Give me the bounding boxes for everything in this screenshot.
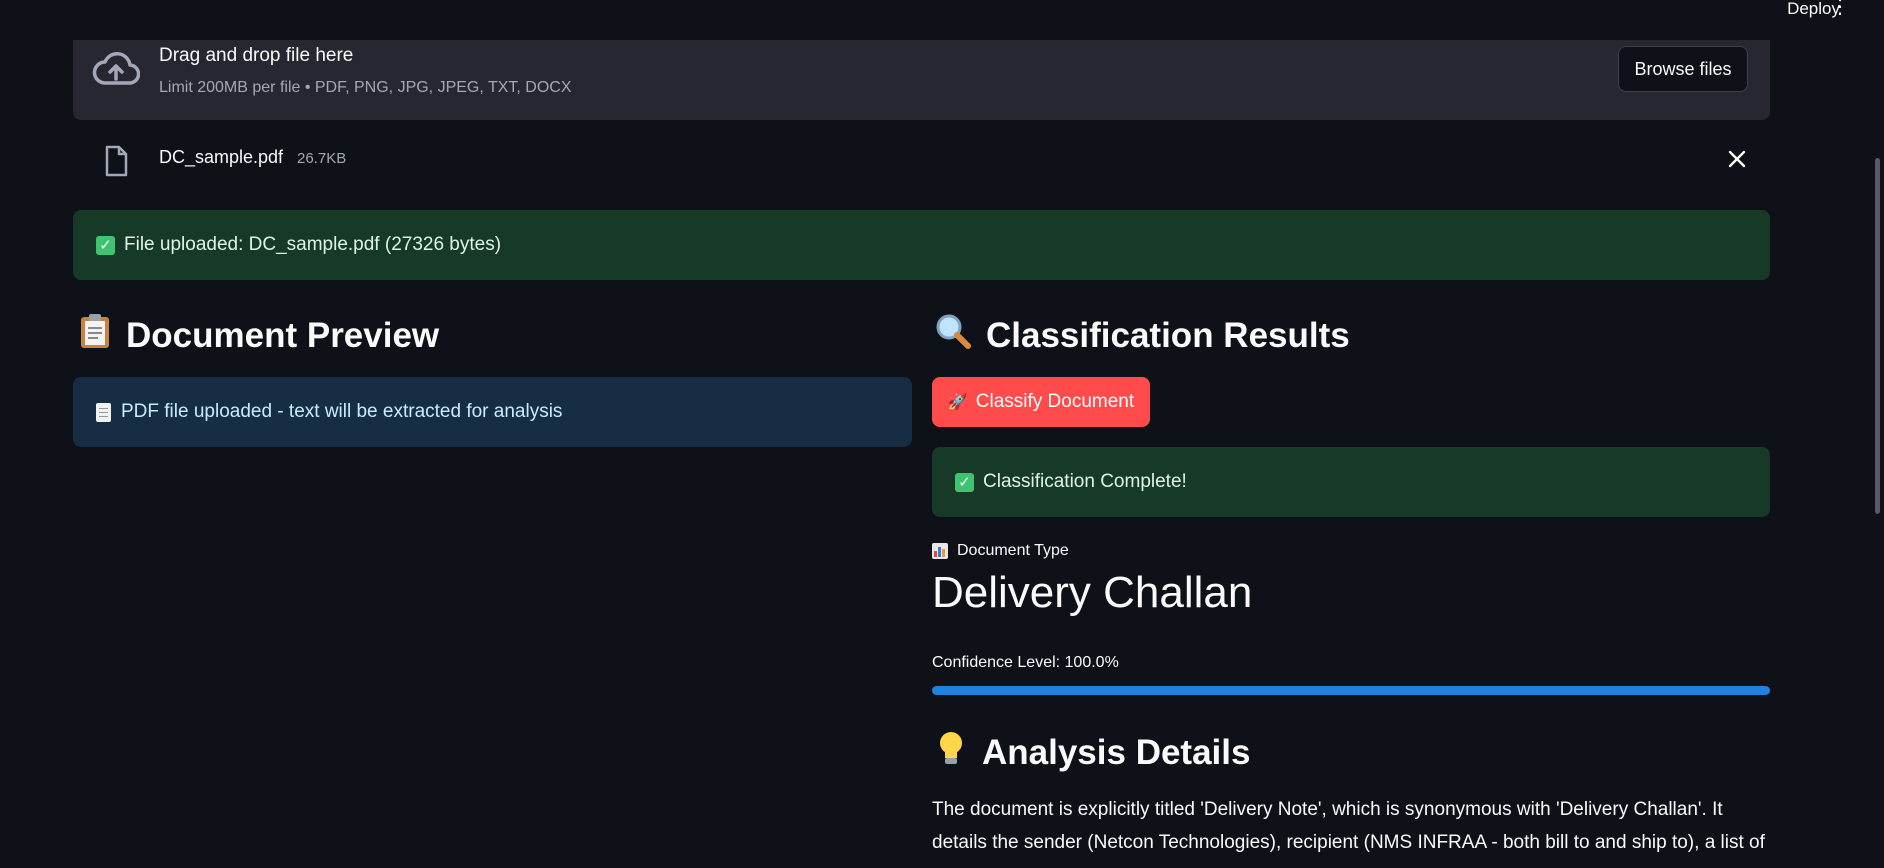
magnifying-glass-icon	[934, 313, 972, 358]
document-icon	[96, 402, 111, 422]
confidence-progress-fill	[932, 686, 1770, 695]
classification-results-heading: Classification Results	[934, 313, 1350, 358]
scrollbar[interactable]	[1872, 40, 1884, 868]
confidence-progress-bar	[932, 686, 1770, 695]
rocket-icon: 🚀	[947, 394, 968, 411]
file-icon	[105, 145, 128, 177]
dropzone-subtitle: Limit 200MB per file • PDF, PNG, JPG, JP…	[159, 79, 572, 96]
uploaded-file-name: DC_sample.pdf	[159, 147, 284, 167]
metric-label: Document Type	[932, 542, 1069, 560]
preview-info-alert: PDF file uploaded - text will be extract…	[73, 377, 912, 447]
classify-document-button[interactable]: 🚀 Classify Document	[932, 377, 1150, 427]
cloud-upload-icon	[92, 52, 140, 85]
analysis-details-text: The document is explicitly titled 'Deliv…	[932, 799, 1765, 853]
preview-info-text: PDF file uploaded - text will be extract…	[121, 401, 563, 422]
classification-complete-text: Classification Complete!	[983, 471, 1187, 492]
bar-chart-icon	[932, 543, 948, 559]
check-mark-icon: ✓	[96, 235, 115, 255]
check-mark-icon: ✓	[955, 472, 974, 492]
scrollbar-thumb[interactable]	[1875, 158, 1880, 514]
confidence-label: Confidence Level: 100.0%	[932, 654, 1119, 671]
top-toolbar: Deploy ⋮	[1644, 0, 1884, 40]
light-bulb-icon	[934, 729, 968, 776]
app-page: Deploy ⋮ Drag and drop file here Limit 2…	[0, 0, 1884, 868]
classification-complete-alert: ✓ Classification Complete!	[932, 447, 1770, 517]
document-type-value: Delivery Challan	[932, 568, 1253, 617]
classify-button-label: Classify Document	[975, 391, 1135, 412]
document-preview-heading: Document Preview	[78, 313, 439, 358]
document-type-label: Document Type	[957, 542, 1069, 559]
clipboard-icon	[78, 313, 112, 358]
upload-success-alert: ✓ File uploaded: DC_sample.pdf (27326 by…	[73, 210, 1770, 280]
analysis-details-title: Analysis Details	[982, 732, 1251, 772]
browse-files-button[interactable]: Browse files	[1618, 46, 1748, 92]
analysis-details-heading: Analysis Details	[934, 729, 1250, 776]
classification-results-title: Classification Results	[986, 315, 1350, 355]
dropzone-title: Drag and drop file here	[159, 45, 354, 66]
document-preview-title: Document Preview	[126, 315, 440, 355]
kebab-menu-icon[interactable]: ⋮	[1830, 0, 1850, 17]
close-icon[interactable]	[1727, 149, 1747, 169]
uploaded-file-size: 26.7KB	[297, 150, 347, 167]
upload-success-text: File uploaded: DC_sample.pdf (27326 byte…	[124, 234, 502, 255]
